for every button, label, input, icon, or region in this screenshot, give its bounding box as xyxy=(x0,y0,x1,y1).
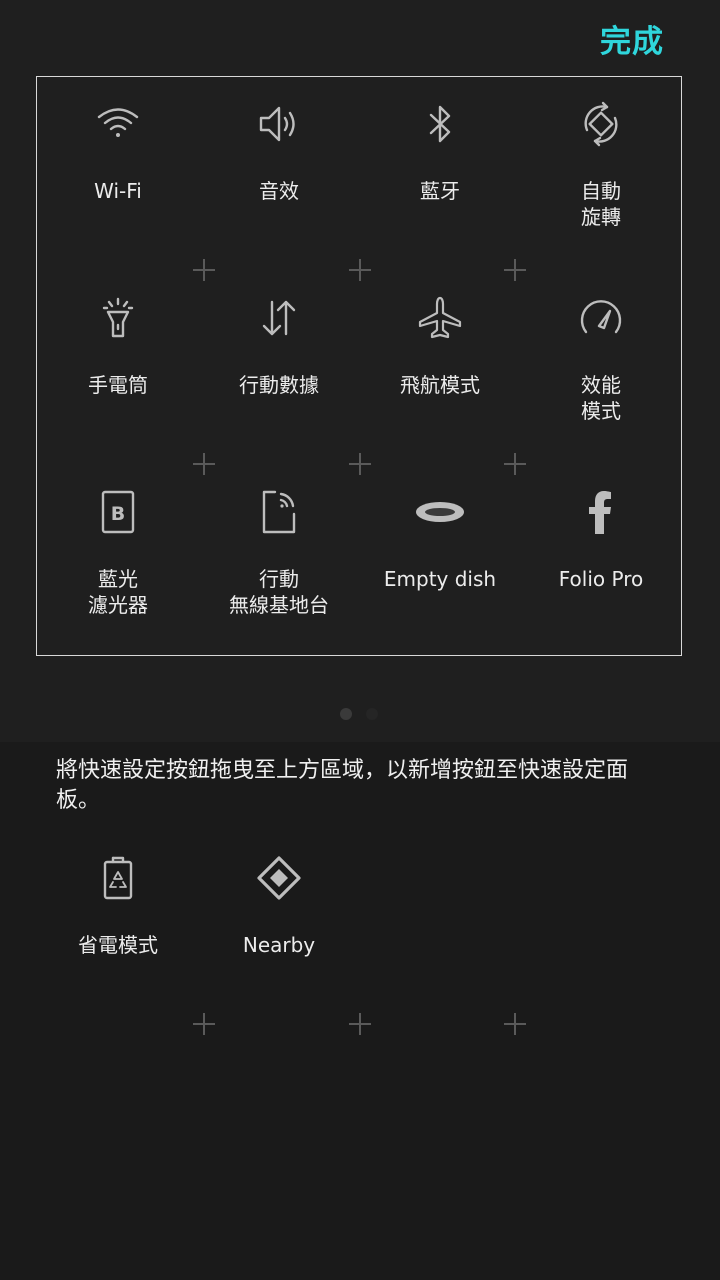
tile-label: 效能 模式 xyxy=(581,373,621,423)
airplane-icon xyxy=(416,294,464,342)
tile-label: 省電模式 xyxy=(78,933,158,957)
page-dot-inactive[interactable] xyxy=(366,708,378,720)
instruction-text: 將快速設定按鈕拖曳至上方區域，以新增按鈕至快速設定面板。 xyxy=(56,758,629,813)
svg-text:B: B xyxy=(111,503,125,525)
speaker-icon xyxy=(255,100,303,148)
flashlight-icon xyxy=(94,294,142,342)
empty-dish-icon xyxy=(416,488,464,536)
tile-battery-saver[interactable]: 省電模式 xyxy=(38,854,198,958)
bluetooth-icon xyxy=(416,100,464,148)
tile-wifi[interactable]: Wi-Fi xyxy=(38,100,198,204)
tile-empty-dish[interactable]: Empty dish xyxy=(360,488,520,592)
tile-label: 行動數據 xyxy=(239,373,319,397)
grid-plus-marker xyxy=(349,259,371,281)
grid-plus-marker xyxy=(349,1013,371,1035)
tile-label: 藍牙 xyxy=(420,179,460,203)
grid-plus-marker xyxy=(504,259,526,281)
tile-label: 藍光 濾光器 xyxy=(88,567,148,617)
mobile-hotspot-icon xyxy=(255,488,303,536)
tile-blue-light-filter[interactable]: B 藍光 濾光器 xyxy=(38,488,198,618)
tile-nearby[interactable]: Nearby xyxy=(199,854,359,958)
tile-label: 自動 旋轉 xyxy=(581,179,621,229)
wifi-icon xyxy=(94,100,142,148)
done-button[interactable]: 完成 xyxy=(600,16,664,61)
tile-folio-pro[interactable]: Folio Pro xyxy=(521,488,681,592)
grid-plus-marker xyxy=(504,453,526,475)
tile-airplane-mode[interactable]: 飛航模式 xyxy=(360,294,520,398)
tile-sound[interactable]: 音效 xyxy=(199,100,359,204)
tile-label: 手電筒 xyxy=(88,373,148,397)
tile-performance-mode[interactable]: 效能 模式 xyxy=(521,294,681,424)
available-tiles-area xyxy=(0,742,720,1280)
page-dot-active[interactable] xyxy=(340,708,352,720)
blue-light-filter-icon: B xyxy=(94,488,142,536)
grid-plus-marker xyxy=(193,259,215,281)
tile-bluetooth[interactable]: 藍牙 xyxy=(360,100,520,204)
tile-label: 飛航模式 xyxy=(400,373,480,397)
nearby-icon xyxy=(255,854,303,902)
grid-plus-marker xyxy=(349,453,371,475)
tile-mobile-data[interactable]: 行動數據 xyxy=(199,294,359,398)
tile-label: 音效 xyxy=(259,179,299,203)
battery-saver-icon xyxy=(94,854,142,902)
tile-label: Empty dish xyxy=(383,567,497,591)
tile-mobile-hotspot[interactable]: 行動 無線基地台 xyxy=(199,488,359,618)
grid-plus-marker xyxy=(193,453,215,475)
tile-label: 行動 無線基地台 xyxy=(229,567,329,617)
mobile-data-icon xyxy=(255,294,303,342)
grid-plus-marker xyxy=(504,1013,526,1035)
performance-gauge-icon xyxy=(577,294,625,342)
tile-label: Nearby xyxy=(242,933,316,957)
tile-label: Folio Pro xyxy=(558,567,644,591)
auto-rotate-icon xyxy=(577,100,625,148)
tile-flashlight[interactable]: 手電筒 xyxy=(38,294,198,398)
facebook-f-icon xyxy=(577,488,625,536)
grid-plus-marker xyxy=(193,1013,215,1035)
tile-auto-rotate[interactable]: 自動 旋轉 xyxy=(521,100,681,230)
tile-label: Wi-Fi xyxy=(94,179,142,203)
